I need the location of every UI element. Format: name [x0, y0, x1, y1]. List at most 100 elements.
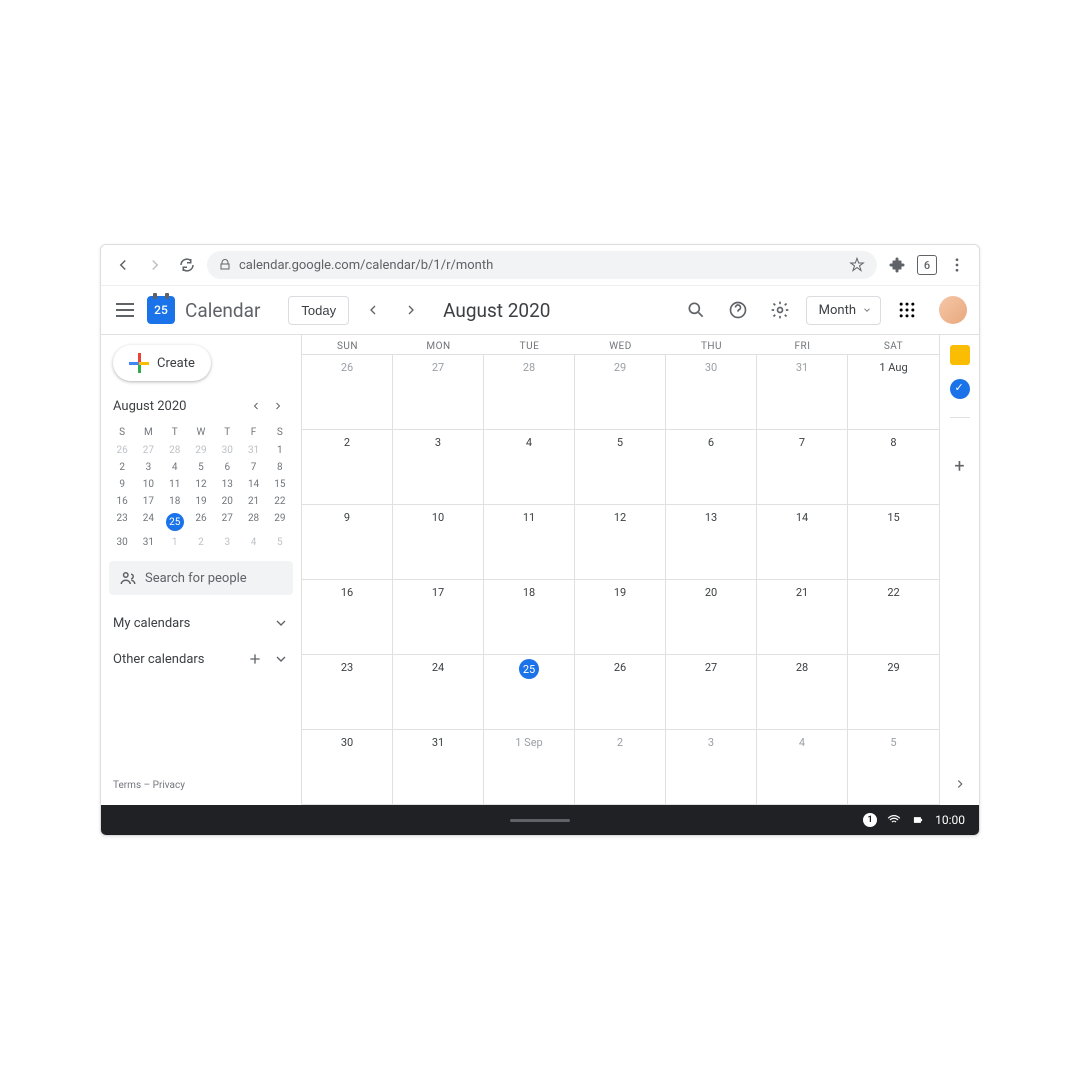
forward-button[interactable] — [143, 253, 167, 277]
mini-day-cell[interactable]: 2 — [109, 459, 135, 476]
tasks-icon[interactable] — [950, 379, 970, 399]
today-button[interactable]: Today — [288, 296, 349, 325]
day-cell[interactable]: 18 — [484, 580, 575, 654]
mini-day-cell[interactable]: 26 — [109, 442, 135, 459]
day-cell[interactable]: 25 — [484, 655, 575, 729]
day-cell[interactable]: 20 — [666, 580, 757, 654]
prev-month-button[interactable] — [359, 296, 387, 324]
day-cell[interactable]: 5 — [575, 430, 666, 504]
day-cell[interactable]: 31 — [393, 730, 484, 804]
day-cell[interactable]: 4 — [757, 730, 848, 804]
create-button[interactable]: Create — [113, 345, 211, 381]
day-cell[interactable]: 28 — [757, 655, 848, 729]
day-cell[interactable]: 30 — [302, 730, 393, 804]
mini-day-cell[interactable]: 8 — [267, 459, 293, 476]
day-cell[interactable]: 14 — [757, 505, 848, 579]
expand-panel-button[interactable] — [953, 776, 967, 795]
add-addon-button[interactable]: + — [954, 456, 964, 477]
mini-prev-button[interactable] — [245, 395, 267, 417]
day-cell[interactable]: 15 — [848, 505, 939, 579]
other-calendars-section[interactable]: Other calendars — [109, 641, 293, 677]
day-cell[interactable]: 5 — [848, 730, 939, 804]
search-people-input[interactable]: Search for people — [109, 561, 293, 595]
day-cell[interactable]: 4 — [484, 430, 575, 504]
clock-time[interactable]: 10:00 — [935, 813, 965, 827]
day-cell[interactable]: 2 — [575, 730, 666, 804]
day-cell[interactable]: 10 — [393, 505, 484, 579]
mini-day-cell[interactable]: 28 — [162, 442, 188, 459]
day-cell[interactable]: 11 — [484, 505, 575, 579]
day-cell[interactable]: 12 — [575, 505, 666, 579]
mini-day-cell[interactable]: 10 — [135, 476, 161, 493]
star-icon[interactable] — [849, 257, 865, 273]
day-cell[interactable]: 6 — [666, 430, 757, 504]
day-cell[interactable]: 28 — [484, 355, 575, 429]
settings-button[interactable] — [764, 294, 796, 326]
day-cell[interactable]: 9 — [302, 505, 393, 579]
notification-badge[interactable]: 1 — [863, 813, 877, 827]
mini-day-cell[interactable]: 28 — [240, 510, 266, 534]
day-cell[interactable]: 21 — [757, 580, 848, 654]
mini-day-cell[interactable]: 30 — [109, 534, 135, 551]
mini-day-cell[interactable]: 6 — [214, 459, 240, 476]
mini-day-cell[interactable]: 23 — [109, 510, 135, 534]
day-cell[interactable]: 23 — [302, 655, 393, 729]
mini-day-cell[interactable]: 11 — [162, 476, 188, 493]
mini-day-cell[interactable]: 5 — [267, 534, 293, 551]
day-cell[interactable]: 29 — [848, 655, 939, 729]
day-cell[interactable]: 2 — [302, 430, 393, 504]
day-cell[interactable]: 13 — [666, 505, 757, 579]
back-button[interactable] — [111, 253, 135, 277]
shelf-handle[interactable] — [510, 819, 570, 822]
mini-day-cell[interactable]: 5 — [188, 459, 214, 476]
mini-day-cell[interactable]: 3 — [214, 534, 240, 551]
mini-next-button[interactable] — [267, 395, 289, 417]
mini-day-cell[interactable]: 3 — [135, 459, 161, 476]
help-button[interactable] — [722, 294, 754, 326]
mini-day-cell[interactable]: 26 — [188, 510, 214, 534]
main-menu-button[interactable] — [113, 298, 137, 322]
mini-day-cell[interactable]: 4 — [162, 459, 188, 476]
day-cell[interactable]: 26 — [302, 355, 393, 429]
mini-day-cell[interactable]: 25 — [162, 510, 188, 534]
account-avatar[interactable] — [939, 296, 967, 324]
privacy-link[interactable]: Privacy — [153, 780, 185, 791]
browser-menu-button[interactable] — [945, 253, 969, 277]
mini-day-cell[interactable]: 1 — [267, 442, 293, 459]
search-button[interactable] — [680, 294, 712, 326]
mini-day-cell[interactable]: 17 — [135, 493, 161, 510]
mini-day-cell[interactable]: 29 — [188, 442, 214, 459]
day-cell[interactable]: 24 — [393, 655, 484, 729]
mini-day-cell[interactable]: 18 — [162, 493, 188, 510]
mini-day-cell[interactable]: 27 — [214, 510, 240, 534]
keep-icon[interactable] — [950, 345, 970, 365]
day-cell[interactable]: 29 — [575, 355, 666, 429]
apps-button[interactable] — [891, 294, 923, 326]
wifi-icon[interactable] — [887, 813, 901, 827]
mini-day-cell[interactable]: 2 — [188, 534, 214, 551]
day-cell[interactable]: 27 — [393, 355, 484, 429]
mini-day-cell[interactable]: 27 — [135, 442, 161, 459]
mini-day-cell[interactable]: 22 — [267, 493, 293, 510]
day-cell[interactable]: 8 — [848, 430, 939, 504]
mini-day-cell[interactable]: 21 — [240, 493, 266, 510]
mini-day-cell[interactable]: 13 — [214, 476, 240, 493]
day-cell[interactable]: 3 — [666, 730, 757, 804]
day-cell[interactable]: 1 Sep — [484, 730, 575, 804]
next-month-button[interactable] — [397, 296, 425, 324]
mini-day-cell[interactable]: 29 — [267, 510, 293, 534]
mini-day-cell[interactable]: 7 — [240, 459, 266, 476]
mini-day-cell[interactable]: 20 — [214, 493, 240, 510]
day-cell[interactable]: 19 — [575, 580, 666, 654]
mini-day-cell[interactable]: 31 — [135, 534, 161, 551]
mini-day-cell[interactable]: 30 — [214, 442, 240, 459]
day-cell[interactable]: 22 — [848, 580, 939, 654]
address-bar[interactable]: calendar.google.com/calendar/b/1/r/month — [207, 251, 877, 279]
my-calendars-section[interactable]: My calendars — [109, 605, 293, 641]
day-cell[interactable]: 16 — [302, 580, 393, 654]
day-cell[interactable]: 3 — [393, 430, 484, 504]
mini-day-cell[interactable]: 1 — [162, 534, 188, 551]
day-cell[interactable]: 27 — [666, 655, 757, 729]
mini-day-cell[interactable]: 12 — [188, 476, 214, 493]
view-selector[interactable]: Month — [806, 296, 881, 325]
